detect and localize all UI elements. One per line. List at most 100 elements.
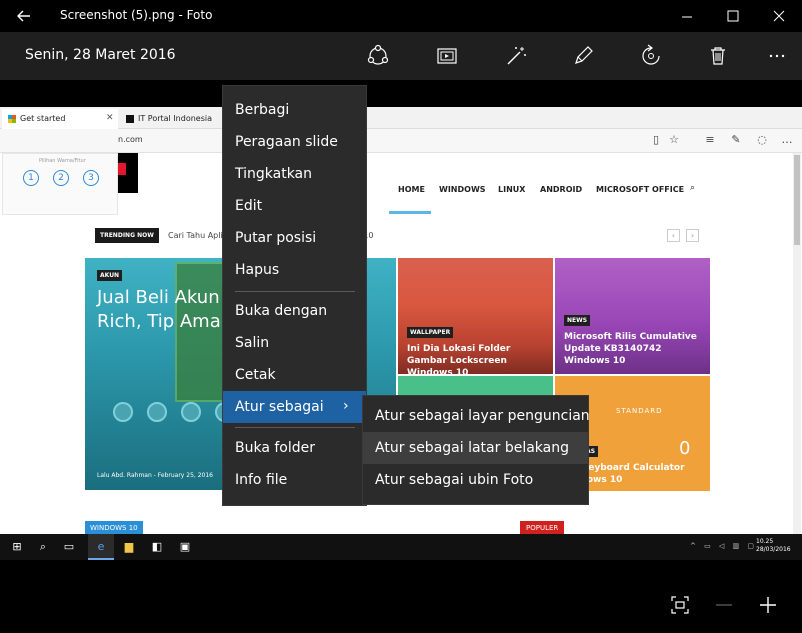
menu-item-atur-sebagai[interactable]: Atur sebagai › <box>223 391 366 423</box>
rotate-icon <box>642 44 660 65</box>
featured-tile: NEWS Microsoft Rilis Cumulative Update K… <box>555 258 710 374</box>
menu-item-cetak[interactable]: Cetak <box>223 359 366 391</box>
tile-title: Ini Dia Lokasi Folder Gambar Lockscreen … <box>407 344 511 374</box>
tile-decor <box>113 402 133 422</box>
tile-label: STANDARD <box>616 407 663 415</box>
title-bar: Screenshot (5).png - Foto <box>0 0 802 32</box>
tile-byline: Lalu Abd. Rahman - February 25, 2016 <box>97 472 213 479</box>
menu-item-hapus[interactable]: Hapus <box>223 254 366 286</box>
more-button[interactable] <box>763 42 791 70</box>
zoom-out-button[interactable] <box>713 594 735 616</box>
chevron-right-icon: › <box>343 398 349 414</box>
tile-title-line: Jual Beli Akun <box>97 287 220 308</box>
menu-separator <box>235 427 355 428</box>
tile-badge: NEWS <box>564 315 591 326</box>
photo-nav-underline <box>389 211 431 214</box>
back-button[interactable] <box>12 4 36 28</box>
menu-item-salin[interactable]: Salin <box>223 327 366 359</box>
search-icon: ⌕ <box>39 540 47 553</box>
minimize-button[interactable] <box>672 3 702 29</box>
task-view-icon: ▭ <box>63 540 75 553</box>
maximize-icon <box>727 10 739 22</box>
photo-taskbar: ⊞ ⌕ ▭ e ▆ ◧ ▣ ^ ▭ ◁ ▥ ▢ 10.25 28/03/2016 <box>0 534 802 560</box>
rotate-button[interactable] <box>637 42 665 70</box>
edge-icon: e <box>97 540 105 553</box>
submenu-item-lock-screen[interactable]: Atur sebagai layar penguncian <box>363 400 590 432</box>
reading-view-icon: ▯ <box>652 133 660 146</box>
photo-nav-item: WINDOWS <box>439 185 486 194</box>
more-icon <box>769 54 785 58</box>
arrow-left-icon <box>17 10 30 22</box>
photo-url: n.com <box>118 135 143 144</box>
share-button[interactable] <box>364 42 392 70</box>
edit-icon <box>575 46 593 64</box>
store-icon: ◧ <box>151 540 163 553</box>
photo-browser-tab: Get started ✕ <box>2 109 118 129</box>
fit-screen-icon <box>671 596 689 614</box>
photo-nav-item: LINUX <box>498 185 526 194</box>
menu-item-putar-posisi[interactable]: Putar posisi <box>223 222 366 254</box>
photo-browser-tab: IT Portal Indonesia <box>120 109 230 129</box>
tile-value: 0 <box>679 438 691 459</box>
delete-button[interactable] <box>704 42 732 70</box>
preview-step: 3 <box>83 170 99 186</box>
start-icon: ⊞ <box>12 540 22 553</box>
tile-badge: AKUN <box>97 270 123 281</box>
zoom-in-icon <box>760 597 776 613</box>
trending-badge: TRENDING NOW <box>95 228 159 243</box>
site-favicon-icon <box>126 115 134 123</box>
slideshow-button[interactable] <box>433 42 461 70</box>
tile-badge: WALLPAPER <box>407 327 454 338</box>
photos-taskbar-icon: ▣ <box>179 540 191 553</box>
edit-button[interactable] <box>569 42 597 70</box>
close-icon <box>773 10 785 22</box>
tile-title: Jual Beli Akun Rich, Tip Aman <box>97 286 232 334</box>
preview-step: 2 <box>53 170 69 186</box>
slideshow-icon <box>437 48 457 64</box>
tile-title: Microsoft Rilis Cumulative Update KB3140… <box>564 332 697 366</box>
tile-decor <box>181 402 201 422</box>
site-logo-accent <box>118 163 126 175</box>
zoom-in-button[interactable] <box>757 594 779 616</box>
menu-item-berbagi[interactable]: Berbagi <box>223 94 366 126</box>
zoom-out-icon <box>716 604 732 606</box>
close-button[interactable] <box>764 3 794 29</box>
minimize-icon <box>682 16 692 18</box>
system-tray-icons: ^ ▭ ◁ ▥ ▢ <box>690 542 757 550</box>
photo-nav-item: HOME <box>398 185 425 194</box>
zoom-bar <box>0 560 802 633</box>
window-title: Screenshot (5).png - Foto <box>60 8 213 22</box>
menu-item-tingkatkan[interactable]: Tingkatkan <box>223 158 366 190</box>
photo-browser-tabs: Get started ✕ IT Portal Indonesia <box>0 107 802 129</box>
maximize-button[interactable] <box>718 3 748 29</box>
photo-nav-item: MICROSOFT OFFICE <box>596 185 685 194</box>
photos-app: Screenshot (5).png - Foto Senin, 28 Mare… <box>0 0 802 633</box>
photo-nav-item: ANDROID <box>540 185 583 194</box>
share-icon <box>367 44 389 65</box>
menu-separator <box>235 291 355 292</box>
context-menu: Berbagi Peragaan slide Tingkatkan Edit P… <box>222 85 367 506</box>
photo-search-icon: ⌕ <box>690 183 696 193</box>
submenu-item-photo-tile[interactable]: Atur sebagai ubin Foto <box>363 464 588 496</box>
fit-screen-button[interactable] <box>669 594 691 616</box>
enhance-button[interactable] <box>502 42 530 70</box>
share-small-icon: ◌ <box>757 133 767 146</box>
menu-item-buka-dengan[interactable]: Buka dengan <box>223 295 366 327</box>
enhance-icon <box>507 47 526 65</box>
edge-taskbar-item: e <box>88 534 114 560</box>
web-note-icon: ✎ <box>731 133 741 146</box>
menu-item-edit[interactable]: Edit <box>223 190 366 222</box>
taskbar-date: 28/03/2016 <box>756 546 791 553</box>
folder-icon: ▆ <box>124 540 134 553</box>
menu-item-info-file[interactable]: Info file <box>223 464 366 496</box>
submenu-item-background[interactable]: Atur sebagai latar belakang <box>363 432 588 464</box>
menu-item-peragaan-slide[interactable]: Peragaan slide <box>223 126 366 158</box>
taskbar-time: 10.25 <box>756 538 774 545</box>
photo-date: Senin, 28 Maret 2016 <box>25 47 176 63</box>
tile-decor <box>147 402 167 422</box>
photo-tab-label: Get started <box>20 114 66 123</box>
menu-item-buka-folder[interactable]: Buka folder <box>223 432 366 464</box>
featured-tile: WALLPAPER Ini Dia Lokasi Folder Gambar L… <box>398 258 553 374</box>
photo-tab-label: IT Portal Indonesia <box>138 114 213 123</box>
photo-tab-close-icon: ✕ <box>106 113 114 123</box>
